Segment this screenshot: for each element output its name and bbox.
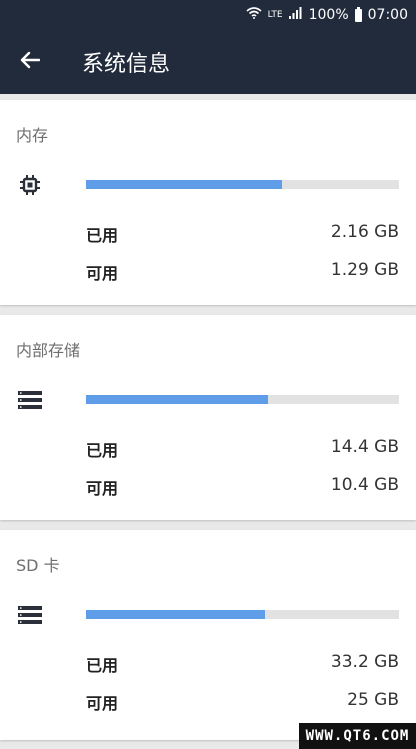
memory-used-label: 已用 bbox=[86, 226, 119, 245]
memory-used-value: 2.16 GB bbox=[330, 222, 399, 242]
internal-storage-card: 内部存储 已用 14.4 GB 可用 10.4 GB bbox=[0, 315, 416, 520]
internal-storage-section-title: 内部存储 bbox=[16, 341, 81, 360]
sd-card-usage-bar bbox=[86, 610, 399, 619]
back-button[interactable] bbox=[0, 30, 60, 94]
page-title: 系统信息 bbox=[82, 52, 171, 77]
sd-used-label: 已用 bbox=[86, 656, 119, 675]
internal-free-label: 可用 bbox=[86, 479, 119, 498]
signal-icon bbox=[288, 7, 303, 23]
storage-icon bbox=[18, 603, 42, 627]
memory-usage-fill bbox=[86, 180, 282, 189]
arrow-left-icon bbox=[20, 51, 41, 73]
sd-card-usage-fill bbox=[86, 610, 265, 619]
app-bar: 系统信息 bbox=[0, 30, 416, 94]
internal-free-value: 10.4 GB bbox=[330, 475, 399, 495]
chip-icon bbox=[18, 173, 42, 197]
watermark: WWW.QT6.COM bbox=[299, 723, 416, 749]
internal-storage-usage-bar bbox=[86, 395, 399, 404]
memory-card: 内存 已用 2.16 GB 可用 1.29 GB bbox=[0, 100, 416, 305]
internal-used-value: 14.4 GB bbox=[330, 437, 399, 457]
storage-icon bbox=[18, 388, 42, 412]
wifi-icon bbox=[246, 7, 262, 23]
battery-icon bbox=[354, 6, 362, 22]
internal-used-label: 已用 bbox=[86, 441, 119, 460]
sd-card-card: SD 卡 已用 33.2 GB 可用 25 GB bbox=[0, 530, 416, 740]
sd-free-label: 可用 bbox=[86, 694, 119, 713]
memory-free-label: 可用 bbox=[86, 264, 119, 283]
memory-usage-bar bbox=[86, 180, 399, 189]
sd-card-section-title: SD 卡 bbox=[16, 556, 60, 575]
sd-used-value: 33.2 GB bbox=[330, 652, 399, 672]
network-type: LTE bbox=[267, 10, 283, 20]
internal-storage-usage-fill bbox=[86, 395, 268, 404]
memory-section-title: 内存 bbox=[16, 126, 49, 145]
sd-free-value: 25 GB bbox=[347, 690, 399, 710]
status-bar: LTE 100% 07:00 bbox=[0, 0, 416, 30]
memory-free-value: 1.29 GB bbox=[330, 260, 399, 280]
battery-percent: 100% bbox=[308, 7, 349, 23]
clock: 07:00 bbox=[367, 7, 408, 23]
